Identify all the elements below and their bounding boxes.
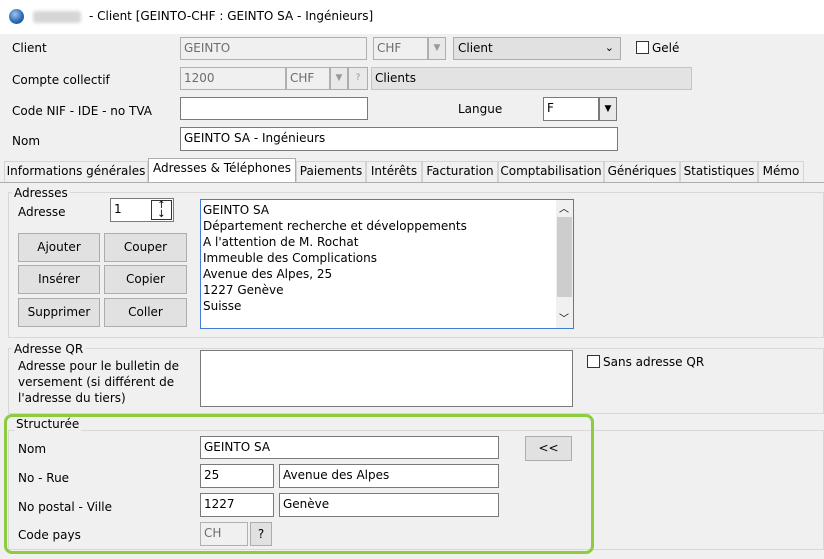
adresses-group-title: Adresses: [12, 186, 70, 200]
sans-adresse-qr-label: Sans adresse QR: [603, 355, 705, 369]
copier-button[interactable]: Copier: [104, 265, 187, 294]
tab-baseline: [0, 182, 824, 183]
langue-dropdown[interactable]: ▼: [599, 97, 617, 121]
address-line: Suisse: [203, 299, 242, 313]
langue-field[interactable]: F: [543, 97, 599, 121]
nom-field[interactable]: GEINTO SA - Ingénieurs: [180, 127, 618, 151]
ajouter-button[interactable]: Ajouter: [18, 233, 100, 262]
client-code-field[interactable]: GEINTO: [180, 37, 367, 60]
client-type-select[interactable]: Client ⌄: [453, 37, 621, 60]
compte-field[interactable]: 1200: [180, 67, 286, 90]
address-line: Avenue des Alpes, 25: [203, 267, 333, 281]
address-line: 1227 Genève: [203, 283, 284, 297]
sans-adresse-qr-checkbox[interactable]: [587, 355, 600, 368]
compte-help-button[interactable]: ?: [348, 67, 368, 90]
chevron-down-icon: ▼: [335, 73, 343, 83]
adresse-index-value: 1: [114, 202, 122, 216]
highlight-frame: [4, 414, 594, 554]
adresse-lines-textarea[interactable]: GEINTO SA Département recherche et dével…: [200, 199, 574, 329]
coller-button[interactable]: Coller: [104, 298, 187, 327]
chevron-down-icon[interactable]: ﹀: [559, 312, 569, 328]
qr-address-textarea[interactable]: [200, 350, 573, 407]
tab-generiques[interactable]: Génériques: [604, 161, 680, 182]
client-currency-dropdown[interactable]: ▼: [428, 37, 446, 60]
scrollbar-thumb[interactable]: [557, 217, 572, 297]
compte-currency-dropdown[interactable]: ▼: [330, 67, 348, 90]
tab-memo[interactable]: Mémo: [758, 161, 804, 182]
app-icon: [9, 9, 24, 24]
client-currency-field[interactable]: CHF: [373, 37, 428, 60]
client-label: Client: [12, 41, 47, 55]
tab-statistiques[interactable]: Statistiques: [680, 161, 758, 182]
inserer-button[interactable]: Insérer: [18, 265, 100, 294]
tab-paiements[interactable]: Paiements: [296, 161, 366, 182]
qr-description-line: Adresse pour le bulletin de: [18, 359, 179, 373]
nom-label: Nom: [12, 134, 41, 148]
chevron-down-icon: ⌄: [604, 41, 614, 54]
tab-facturation[interactable]: Facturation: [422, 161, 498, 182]
langue-label: Langue: [458, 102, 503, 116]
compte-label: Compte collectif: [12, 73, 110, 87]
question-icon: ?: [355, 73, 361, 83]
adresse-label: Adresse: [18, 205, 66, 219]
chevron-down-icon: ▼: [433, 43, 441, 53]
redacted-app-name: [33, 11, 81, 23]
qr-description-line: l'adresse du tiers): [18, 391, 126, 405]
address-scrollbar[interactable]: ︿ ﹀: [556, 200, 573, 328]
client-type-value: Client: [458, 41, 493, 55]
qr-group-title: Adresse QR: [12, 342, 86, 356]
tab-adresses-telephones[interactable]: Adresses & Téléphones: [148, 158, 296, 182]
address-line: Immeuble des Complications: [203, 251, 378, 265]
tab-comptabilisation[interactable]: Comptabilisation: [498, 161, 604, 182]
title-bar: - Client [GEINTO-CHF : GEINTO SA - Ingén…: [0, 0, 824, 34]
tab-interets[interactable]: Intérêts: [366, 161, 422, 182]
nif-label: Code NIF - IDE - no TVA: [12, 104, 152, 118]
window-title: - Client [GEINTO-CHF : GEINTO SA - Ingén…: [89, 9, 374, 23]
supprimer-button[interactable]: Supprimer: [18, 298, 100, 327]
address-line: GEINTO SA: [203, 203, 270, 217]
qr-description-line: versement (si différent de: [18, 375, 175, 389]
gele-label: Gelé: [652, 41, 680, 55]
chevron-down-icon: ▼: [604, 104, 612, 114]
address-line: Département recherche et développements: [203, 219, 467, 233]
qr-description: Adresse pour le bulletin de versement (s…: [18, 358, 179, 406]
compte-currency-field[interactable]: CHF: [286, 67, 330, 90]
couper-button[interactable]: Couper: [104, 233, 187, 262]
adresse-spin-icon[interactable]: ↑ ↓: [151, 200, 172, 220]
nif-field[interactable]: [180, 97, 368, 120]
address-line: A l'attention de M. Rochat: [203, 235, 359, 249]
compte-name-field: Clients: [371, 67, 692, 90]
structuree-group-title: Structurée: [14, 417, 82, 431]
gele-checkbox[interactable]: [636, 41, 649, 54]
chevron-up-icon[interactable]: ︿: [559, 202, 569, 218]
tab-informations-generales[interactable]: Informations générales: [4, 161, 148, 182]
